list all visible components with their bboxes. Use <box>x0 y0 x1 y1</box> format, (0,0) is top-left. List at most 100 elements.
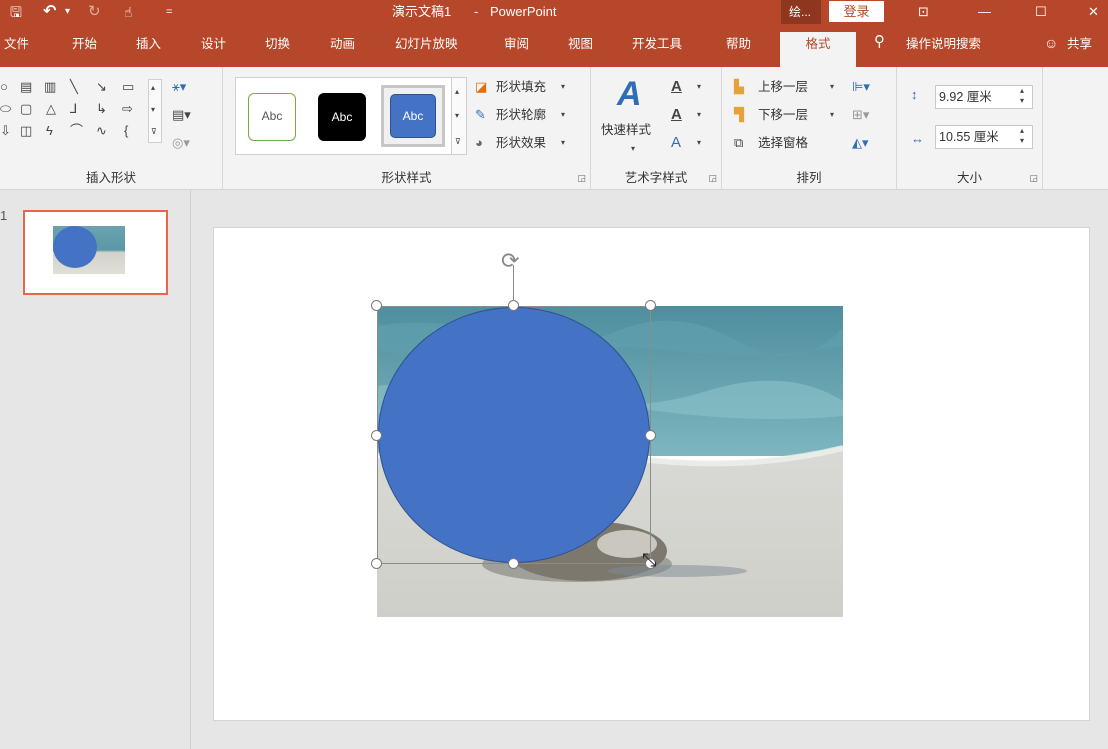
tab-insert[interactable]: 插入 <box>136 34 161 54</box>
tab-format[interactable]: 格式 <box>780 32 856 67</box>
tab-help[interactable]: 帮助 <box>726 34 751 54</box>
chevron-down-icon[interactable]: ▾ <box>631 141 635 157</box>
gallery-more-icon[interactable]: ⊽ <box>151 124 157 140</box>
textbox-insert-icon[interactable]: ▤▾ <box>172 107 191 123</box>
rotate-handle-icon[interactable]: ⟳ <box>501 250 519 272</box>
shape-effects-icon[interactable]: ◕ <box>475 135 483 151</box>
chevron-down-icon[interactable]: ▾ <box>697 107 701 123</box>
undo-icon[interactable]: ↶ <box>43 0 56 24</box>
tab-design[interactable]: 设计 <box>201 34 226 54</box>
resize-handle-top[interactable] <box>508 300 519 311</box>
lightning-shape-icon[interactable]: ϟ <box>46 123 53 139</box>
tab-animations[interactable]: 动画 <box>330 34 355 54</box>
slide-canvas[interactable]: ⟳ ⤡ <box>213 227 1090 721</box>
height-input[interactable]: 9.92 厘米 ▴ ▾ <box>935 85 1033 109</box>
quick-styles-button[interactable]: 快速样式 <box>601 121 651 139</box>
customize-qat-button[interactable]: = <box>166 0 172 24</box>
spinner-up-icon[interactable]: ▴ <box>1020 126 1024 136</box>
flowchart-shape-icon[interactable]: ◫ <box>20 123 32 139</box>
arc-shape-icon[interactable]: ⌒ <box>70 123 83 139</box>
tab-view[interactable]: 视图 <box>568 34 593 54</box>
spinner-up-icon[interactable]: ▴ <box>1020 86 1024 96</box>
dialog-launcher-icon[interactable]: ◲ <box>577 173 586 184</box>
tell-me-search[interactable]: 操作说明搜索 <box>906 34 981 54</box>
bring-forward-icon[interactable]: ▙ <box>734 79 744 95</box>
edit-shape-icon[interactable]: ⚹▾ <box>172 79 186 95</box>
chevron-down-icon[interactable]: ▾ <box>830 107 834 123</box>
person-icon[interactable]: ☺ <box>1044 33 1058 53</box>
shape-fill-button[interactable]: 形状填充 <box>496 78 546 96</box>
rotate-icon[interactable]: ◭▾ <box>852 135 869 151</box>
redo-icon[interactable]: ↻ <box>88 0 101 24</box>
slide-thumbnail[interactable] <box>23 210 168 295</box>
dialog-launcher-icon[interactable]: ◲ <box>708 173 717 184</box>
resize-handle-top-right[interactable] <box>645 300 656 311</box>
width-input[interactable]: 10.55 厘米 ▴ ▾ <box>935 125 1033 149</box>
style-preview-black[interactable]: Abc <box>318 93 366 141</box>
chevron-up-icon[interactable]: ▴ <box>151 80 155 96</box>
text-outline-icon[interactable]: A <box>671 107 682 123</box>
resize-handle-right[interactable] <box>645 430 656 441</box>
ribbon-display-icon[interactable]: ⊡ <box>918 0 929 24</box>
pen-outline-icon[interactable]: ✎ <box>475 107 486 123</box>
line-shape-icon[interactable]: ╲ <box>70 79 78 95</box>
paint-bucket-icon[interactable]: ◪ <box>475 79 487 95</box>
close-button[interactable]: ✕ <box>1088 0 1099 24</box>
bring-forward-button[interactable]: 上移一层 <box>758 78 808 96</box>
right-arrow-shape-icon[interactable]: ⇨ <box>122 101 133 117</box>
tab-file[interactable]: 文件 <box>4 34 29 54</box>
vertical-textbox-icon[interactable]: ▥ <box>44 79 56 95</box>
arrow-line-icon[interactable]: ↘ <box>96 79 107 95</box>
send-backward-icon[interactable]: ▜ <box>734 107 744 123</box>
lightbulb-icon[interactable]: ⚲ <box>874 32 885 52</box>
selection-pane-icon[interactable]: ⧉ <box>734 135 743 151</box>
ellipse-shape-icon[interactable]: ⬭ <box>0 101 11 117</box>
chevron-down-icon[interactable]: ▾ <box>561 107 565 123</box>
undo-dropdown[interactable]: ▾ <box>65 0 70 24</box>
resize-handle-bottom-left[interactable] <box>371 558 382 569</box>
tab-home[interactable]: 开始 <box>72 34 97 54</box>
resize-handle-top-left[interactable] <box>371 300 382 311</box>
blue-circle-shape[interactable] <box>378 307 650 563</box>
chevron-up-icon[interactable]: ▴ <box>455 84 459 100</box>
chevron-down-icon[interactable]: ▾ <box>697 135 701 151</box>
oval-shape-icon[interactable]: ○ <box>0 79 8 95</box>
curve-shape-icon[interactable]: ∿ <box>96 123 107 139</box>
spinner-down-icon[interactable]: ▾ <box>1020 96 1024 106</box>
rectangle-shape-icon[interactable]: ▭ <box>122 79 134 95</box>
shape-outline-button[interactable]: 形状轮廓 <box>496 106 546 124</box>
gallery-more-icon[interactable]: ⊽ <box>455 134 461 150</box>
style-preview-blue[interactable]: Abc <box>390 94 436 138</box>
text-effects-icon[interactable]: A <box>671 135 681 151</box>
textbox-shape-icon[interactable]: ▤ <box>20 79 32 95</box>
selection-pane-button[interactable]: 选择窗格 <box>758 134 808 152</box>
touch-mode-icon[interactable]: ☝ <box>124 0 133 24</box>
chevron-down-icon[interactable]: ▾ <box>561 135 565 151</box>
chevron-down-icon[interactable]: ▾ <box>697 79 701 95</box>
shapes-gallery-scroll[interactable]: ▴ ▾ ⊽ <box>148 79 162 143</box>
down-arrow-shape-icon[interactable]: ⇩ <box>0 123 11 139</box>
shape-effects-button[interactable]: 形状效果 <box>496 134 546 152</box>
send-backward-button[interactable]: 下移一层 <box>758 106 808 124</box>
triangle-shape-icon[interactable]: △ <box>46 101 56 117</box>
style-preview-outline[interactable]: Abc <box>248 93 296 141</box>
chevron-down-icon[interactable]: ▾ <box>455 108 459 124</box>
chevron-down-icon[interactable]: ▾ <box>830 79 834 95</box>
chevron-down-icon[interactable]: ▾ <box>561 79 565 95</box>
share-button[interactable]: 共享 <box>1067 34 1092 54</box>
elbow-connector-icon[interactable]: ⅃ <box>70 101 77 117</box>
dialog-launcher-icon[interactable]: ◲ <box>1029 173 1038 184</box>
group-objects-icon[interactable]: ⊞▾ <box>852 107 869 123</box>
shapes-gallery[interactable]: ○ ▤ ▥ ╲ ↘ ▭ ⬭ ▢ △ ⅃ ↳ ⇨ ⇩ ◫ ϟ ⌒ ∿ { <box>0 79 146 143</box>
maximize-button[interactable]: ☐ <box>1035 0 1047 24</box>
chevron-down-icon[interactable]: ▾ <box>151 102 155 118</box>
style-gallery-scroll[interactable]: ▴ ▾ ⊽ <box>451 77 467 155</box>
tab-transitions[interactable]: 切换 <box>265 34 290 54</box>
elbow-arrow-icon[interactable]: ↳ <box>96 101 107 117</box>
minimize-button[interactable]: — <box>978 0 991 24</box>
align-icon[interactable]: ⊫▾ <box>852 79 870 95</box>
tab-review[interactable]: 审阅 <box>504 34 529 54</box>
tab-slideshow[interactable]: 幻灯片放映 <box>395 34 458 54</box>
text-fill-icon[interactable]: A <box>671 79 682 95</box>
resize-handle-bottom[interactable] <box>508 558 519 569</box>
